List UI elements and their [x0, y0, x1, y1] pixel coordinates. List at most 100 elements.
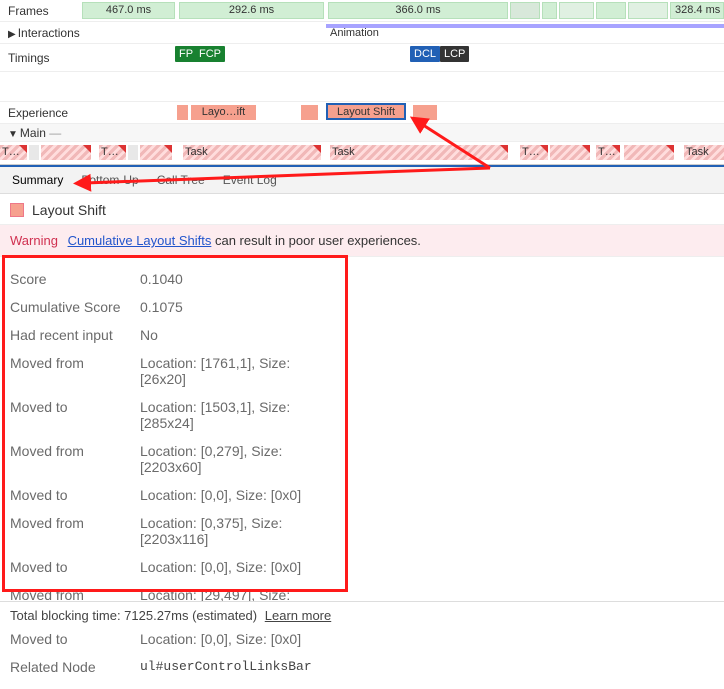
track-spacer — [0, 72, 724, 102]
detail-key: Moved to — [10, 487, 128, 503]
detail-row: Had recent input No — [10, 321, 340, 349]
track-experience: Experience Layo…ift Layout Shift — [0, 102, 724, 124]
frame-block[interactable] — [510, 2, 540, 19]
summary-title: Layout Shift — [32, 202, 106, 218]
warning-icon — [612, 145, 620, 153]
tab-call-tree[interactable]: Call Tree — [157, 173, 205, 187]
warning-icon — [118, 145, 126, 153]
color-swatch — [10, 203, 24, 217]
detail-row: Moved from Location: [0,279], Size: [2203… — [10, 437, 340, 481]
footer-text: Total blocking time: 7125.27ms (estimate… — [10, 608, 257, 623]
frame-block[interactable]: 366.0 ms — [328, 2, 508, 19]
warning-link[interactable]: Cumulative Layout Shifts — [68, 233, 212, 248]
frame-block[interactable] — [628, 2, 668, 19]
warning-icon — [582, 145, 590, 153]
track-interactions: ▶Interactions Animation — [0, 22, 724, 44]
layout-shift-selected[interactable]: Layout Shift — [326, 103, 406, 120]
task-block[interactable]: Task — [330, 145, 508, 160]
track-label-interactions[interactable]: ▶Interactions — [0, 26, 82, 40]
detail-key: Moved from — [10, 443, 128, 475]
detail-value: No — [140, 327, 158, 343]
detail-value: Location: [0,375], Size: [2203x116] — [140, 515, 340, 547]
tab-summary[interactable]: Summary — [12, 173, 63, 187]
detail-value: Location: [1761,1], Size: [26x20] — [140, 355, 340, 387]
track-frames: Frames 467.0 ms 292.6 ms 366.0 ms 328.4 … — [0, 0, 724, 22]
footer-bar: Total blocking time: 7125.27ms (estimate… — [0, 601, 724, 629]
summary-header: Layout Shift — [0, 194, 724, 225]
timings-content[interactable]: FP FCP DCL LCP — [82, 44, 724, 71]
interactions-content[interactable]: Animation — [82, 22, 724, 43]
detail-value: Location: [0,0], Size: [0x0] — [140, 487, 301, 503]
frame-block[interactable] — [542, 2, 557, 19]
warning-icon — [83, 145, 91, 153]
experience-content[interactable]: Layo…ift Layout Shift — [82, 102, 724, 123]
collapse-icon[interactable]: ▼ — [8, 129, 18, 140]
frame-block[interactable] — [559, 2, 594, 19]
detail-row: Score 0.1040 — [10, 265, 340, 293]
frame-block[interactable]: 467.0 ms — [82, 2, 175, 19]
detail-value: Location: [0,0], Size: [0x0] — [140, 559, 301, 575]
detail-key: Related Node — [10, 659, 128, 675]
expand-icon[interactable]: ▶ — [8, 29, 16, 40]
learn-more-link[interactable]: Learn more — [265, 608, 331, 623]
detail-row: Cumulative Score 0.1075 — [10, 293, 340, 321]
detail-row: Moved to Location: [0,0], Size: [0x0] — [10, 553, 340, 581]
layout-shift-block[interactable] — [413, 105, 437, 120]
detail-key: Moved from — [10, 355, 128, 387]
warning-icon — [500, 145, 508, 153]
timing-lcp[interactable]: LCP — [440, 46, 469, 62]
related-node-link[interactable]: ul#userControlLinksBar — [140, 659, 312, 675]
detail-row-related-node: Related Node ul#userControlLinksBar — [10, 653, 340, 681]
detail-value: Location: [0,0], Size: [0x0] — [140, 631, 301, 647]
detail-row: Moved to Location: [0,0], Size: [0x0] — [10, 481, 340, 509]
detail-key: Moved to — [10, 631, 128, 647]
detail-row: Moved from Location: [1761,1], Size: [26x… — [10, 349, 340, 393]
main-tasks-strip[interactable]: T… T… Task Task T… T… Task — [0, 142, 724, 164]
warning-rest: can result in poor user experiences. — [211, 233, 421, 248]
task-block[interactable]: Task — [684, 145, 724, 160]
interaction-bar[interactable] — [326, 24, 724, 28]
track-label-main[interactable]: ▼Main — — [0, 126, 82, 140]
frame-block[interactable] — [596, 2, 626, 19]
detail-key: Moved to — [10, 399, 128, 431]
task-block[interactable]: Task — [183, 145, 321, 160]
layout-shift-block[interactable]: Layo…ift — [191, 105, 256, 120]
track-label-timings: Timings — [0, 51, 82, 65]
detail-value: 0.1075 — [140, 299, 183, 315]
timing-fcp[interactable]: FCP — [195, 46, 225, 62]
layout-shift-block[interactable] — [177, 105, 188, 120]
warning-icon — [666, 145, 674, 153]
detail-key: Score — [10, 271, 128, 287]
detail-value: 0.1040 — [140, 271, 183, 287]
detail-key: Moved from — [10, 515, 128, 547]
frame-block[interactable]: 328.4 ms — [670, 2, 724, 19]
track-label-experience: Experience — [0, 106, 82, 120]
timing-fp[interactable]: FP — [175, 46, 197, 62]
warning-icon — [540, 145, 548, 153]
frames-content[interactable]: 467.0 ms 292.6 ms 366.0 ms 328.4 ms — [82, 0, 724, 21]
warning-icon — [164, 145, 172, 153]
track-label-frames: Frames — [0, 4, 82, 18]
detail-row: Moved to Location: [1503,1], Size: [285x2… — [10, 393, 340, 437]
track-main-header[interactable]: ▼Main — — [0, 124, 724, 142]
detail-tabs: Summary Bottom-Up Call Tree Event Log — [0, 165, 724, 194]
frame-block[interactable]: 292.6 ms — [179, 2, 324, 19]
task-block[interactable] — [29, 145, 39, 160]
tab-bottom-up[interactable]: Bottom-Up — [81, 173, 138, 187]
detail-key: Cumulative Score — [10, 299, 128, 315]
detail-key: Had recent input — [10, 327, 128, 343]
interaction-label: Animation — [330, 27, 379, 39]
tab-event-log[interactable]: Event Log — [223, 173, 277, 187]
detail-key: Moved to — [10, 559, 128, 575]
track-timings: Timings FP FCP DCL LCP — [0, 44, 724, 72]
layout-shift-block[interactable] — [301, 105, 318, 120]
warning-bar: Warning Cumulative Layout Shifts can res… — [0, 225, 724, 257]
warning-label: Warning — [10, 233, 58, 248]
detail-value: Location: [1503,1], Size: [285x24] — [140, 399, 340, 431]
timeline-panel: Frames 467.0 ms 292.6 ms 366.0 ms 328.4 … — [0, 0, 724, 165]
detail-value: Location: [0,279], Size: [2203x60] — [140, 443, 340, 475]
warning-icon — [19, 145, 27, 153]
detail-row: Moved to Location: [0,0], Size: [0x0] — [10, 625, 340, 653]
task-block[interactable] — [128, 145, 138, 160]
timing-dcl[interactable]: DCL — [410, 46, 440, 62]
